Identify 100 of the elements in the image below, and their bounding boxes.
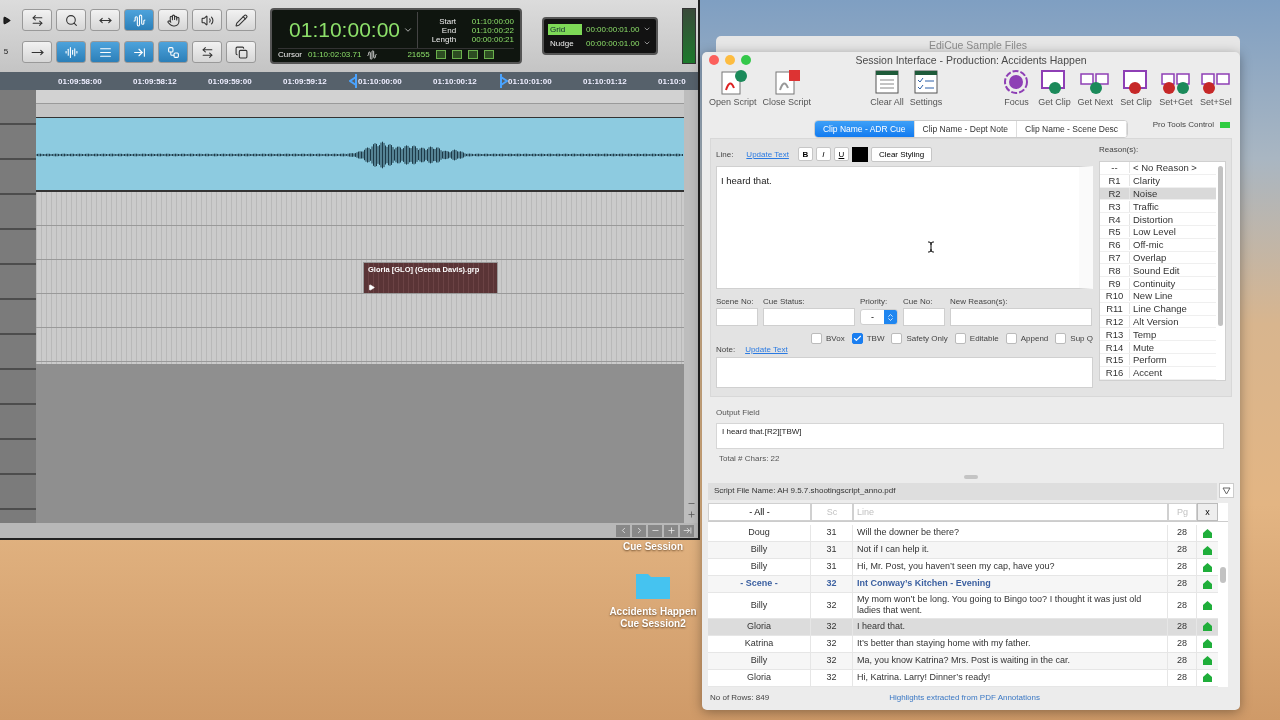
reason-row[interactable]: R3 Traffic: [1100, 200, 1216, 214]
format-button[interactable]: B: [797, 147, 813, 161]
resize-handle[interactable]: [964, 475, 978, 479]
start-label: Start: [438, 16, 457, 26]
update-link[interactable]: Update Text: [745, 345, 788, 354]
tool-button[interactable]: [226, 41, 256, 63]
reason-row[interactable]: R4 Distortion: [1100, 213, 1216, 226]
marker-icon: [500, 74, 508, 88]
toolbar-button[interactable]: Open Script: [708, 68, 758, 112]
toolbar-button[interactable]: Close Script: [761, 68, 813, 112]
field-label: Reason(s):: [1099, 145, 1140, 154]
desktop-label: Accidents Happen Cue Session2: [608, 606, 698, 630]
close-button[interactable]: [709, 55, 719, 65]
status-icon: [467, 50, 478, 59]
waveform-icon: [132, 13, 146, 27]
footer-note: Highlights extracted from PDF Annotations: [889, 693, 1040, 702]
ruler-label: 01:09:59:12: [283, 76, 327, 86]
checkbox[interactable]: [810, 333, 822, 344]
main-counter: 01:10:00:00: [289, 18, 400, 42]
reason-row[interactable]: R8 Sound Edit: [1100, 264, 1216, 278]
table-cell: Billy: [708, 652, 811, 669]
input-field[interactable]: [716, 308, 758, 326]
checkbox[interactable]: [851, 333, 863, 344]
reason-row[interactable]: R14 Mute: [1100, 341, 1216, 354]
output-field[interactable]: I heard that.[R2][TBW]: [716, 423, 1224, 449]
reason-row[interactable]: R13 Temp: [1100, 328, 1216, 342]
tool-button[interactable]: [192, 41, 222, 63]
tool-button[interactable]: [226, 9, 256, 31]
checkbox[interactable]: [1005, 333, 1017, 344]
line-text-area[interactable]: I heard that.: [716, 166, 1093, 289]
zoom-out-button[interactable]: [648, 524, 662, 537]
tool-button[interactable]: [56, 9, 86, 31]
zoom-in-button[interactable]: [664, 524, 678, 537]
checkbox[interactable]: [891, 333, 903, 344]
length-label: Length: [430, 34, 457, 44]
toolbar-button[interactable]: Set+Get: [1158, 68, 1194, 112]
priority-select[interactable]: -: [860, 309, 898, 325]
play-icon: [1, 16, 11, 25]
ruler-label: 01:10:00:00: [358, 76, 402, 86]
table-row[interactable]: Billy 31 Hi, Mr. Post, you haven’t seen my cap, have you? 28: [708, 559, 1218, 576]
ruler-label: 01:10:0: [658, 76, 686, 86]
table-row[interactable]: Billy 31 Not if I can help it. 28: [708, 542, 1218, 559]
end-button[interactable]: [680, 524, 694, 537]
table-cell: Doug: [708, 525, 811, 541]
row-count: No of Rows: 849: [710, 693, 770, 702]
minimize-button[interactable]: [725, 55, 735, 65]
filter-select[interactable]: - All -: [708, 503, 811, 521]
input-field[interactable]: [950, 308, 1092, 326]
table-cell: Ma, you know Katrina? Mrs. Post is waiting in the car.: [853, 652, 1168, 669]
format-button[interactable]: I: [815, 147, 831, 161]
tool-button[interactable]: [22, 9, 52, 31]
update-link[interactable]: Update Text: [746, 149, 789, 159]
table-cell: 28: [1168, 652, 1197, 669]
zoom-button[interactable]: [741, 55, 751, 65]
toolbar-button[interactable]: Clear All: [869, 68, 905, 112]
toolbar-button[interactable]: Get Clip: [1036, 68, 1073, 112]
audio-lines-icon: [64, 45, 78, 59]
format-button[interactable]: U: [833, 147, 849, 161]
dropdown-button[interactable]: [1219, 483, 1234, 498]
line-text: I heard that.: [721, 175, 772, 186]
toolbar-button[interactable]: Get Next: [1076, 68, 1114, 112]
output-label: Output Field: [716, 408, 761, 417]
checkbox[interactable]: [954, 333, 966, 344]
checkbox-label: TBW: [866, 334, 885, 343]
table-row[interactable]: - Scene - 32 Int Conway’s Kitchen - Evening 28: [708, 576, 1218, 593]
toolbar-button[interactable]: Set Clip: [1118, 68, 1154, 112]
grid-label[interactable]: Grid: [548, 23, 582, 35]
note-field[interactable]: [716, 357, 1093, 388]
table-row[interactable]: Billy 32 My mom won’t be long. You going to Bingo too? I thought it was just old ladies that went. 28: [708, 593, 1218, 619]
tool-button[interactable]: [90, 9, 120, 31]
input-field[interactable]: [763, 308, 855, 326]
table-cell: Not if I can help it.: [853, 542, 1168, 558]
input-field[interactable]: [903, 308, 945, 326]
scroll-right-button[interactable]: [632, 524, 646, 537]
table-row[interactable]: Doug 31 Will the downer be there? 28: [708, 525, 1218, 542]
tool-button[interactable]: [158, 9, 188, 31]
color-swatch[interactable]: [851, 146, 868, 162]
scroll-left-button[interactable]: [616, 524, 630, 537]
filter-field[interactable]: Line: [853, 503, 1168, 521]
table-cell: 31: [811, 559, 853, 575]
nudge-label[interactable]: Nudge: [548, 37, 582, 49]
toolbar-button[interactable]: Set+Sel: [1198, 68, 1234, 112]
filter-field[interactable]: Pg: [1168, 503, 1197, 521]
table-cell: Gloria: [708, 669, 811, 686]
tool-button[interactable]: [192, 9, 222, 31]
plus-icon: [666, 526, 676, 535]
windows-icon: [234, 45, 248, 59]
toolbar-button[interactable]: Settings: [908, 68, 944, 112]
table-cell: 28: [1168, 669, 1197, 686]
reason-row[interactable]: R9 Continuity: [1100, 277, 1216, 290]
toolbar-button[interactable]: Focus: [1000, 68, 1033, 112]
reason-row[interactable]: -- < No Reason >: [1100, 162, 1216, 175]
stepper-icon: [886, 312, 895, 322]
checkbox[interactable]: [1055, 333, 1067, 344]
clear-styling-button[interactable]: Clear Styling: [870, 146, 933, 162]
tool-button[interactable]: [22, 41, 52, 63]
field-label: Cue No:: [903, 297, 934, 306]
table-cell: 28: [1168, 618, 1197, 635]
clear-filter-button[interactable]: x: [1197, 503, 1218, 521]
ruler-label: 01:09:58:00: [58, 76, 102, 86]
